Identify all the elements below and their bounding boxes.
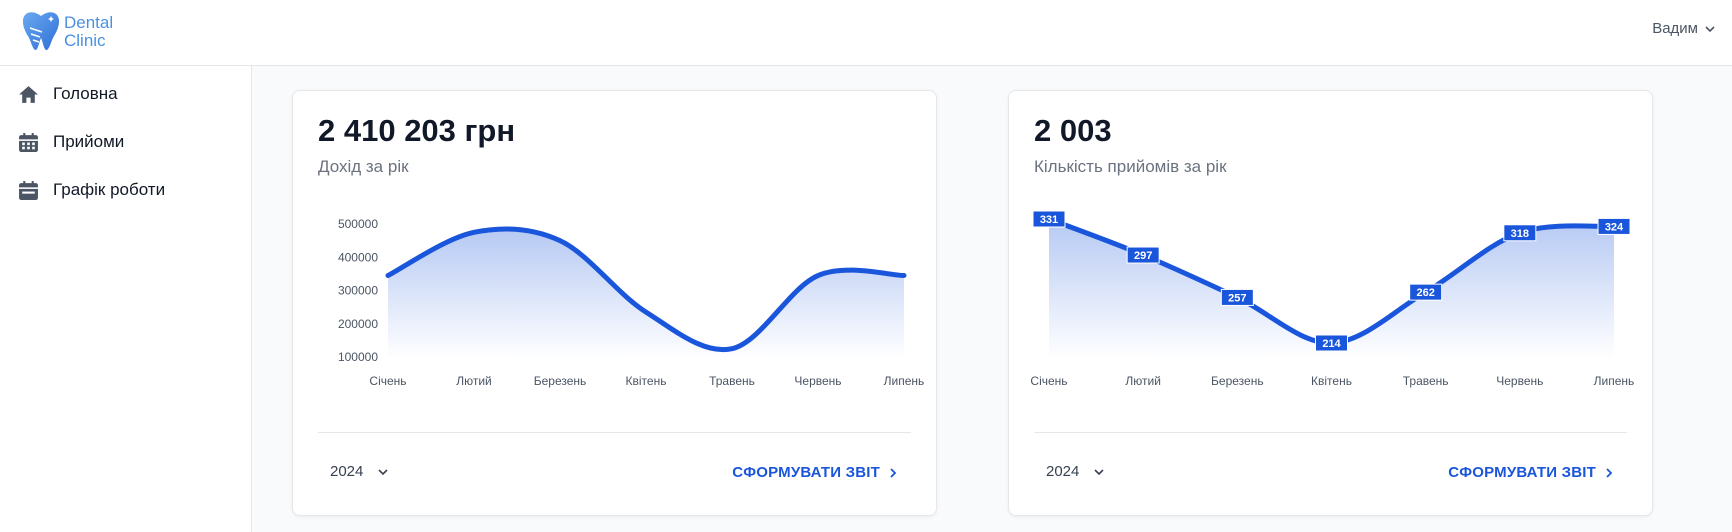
year-value: 2024 [330,463,364,480]
top-bar: Dental Clinic Вадим [0,0,1732,66]
year-select[interactable]: 2024 [330,463,389,480]
data-label-text: 214 [1322,338,1341,350]
x-tick-label: Липень [1594,374,1635,388]
sidebar-item-schedule[interactable]: Графік роботи [0,166,251,214]
y-tick-label: 200000 [338,317,378,331]
x-tick-label: Березень [1211,374,1264,388]
data-label-text: 297 [1134,250,1152,262]
x-tick-label: Січень [1030,374,1067,388]
x-tick-label: Лютий [456,374,492,388]
data-label: 257 [1220,288,1254,306]
calendar-icon [18,180,39,201]
data-label-text: 262 [1416,287,1434,299]
user-name: Вадим [1652,20,1698,37]
divider [1034,432,1627,433]
logo-line-1: Dental [64,13,114,32]
sidebar-item-label: Графік роботи [53,180,166,199]
chevron-right-icon [1606,467,1613,478]
chevron-down-icon [1705,25,1715,32]
x-tick-label: Червень [1496,374,1543,388]
data-label: 318 [1503,224,1537,242]
logo-text: Dental Clinic [64,14,113,50]
data-label-text: 318 [1511,228,1529,240]
logo-line-2: Clinic [64,31,106,50]
data-label: 331 [1032,210,1066,228]
y-tick-label: 100000 [338,350,378,364]
data-label: 297 [1126,246,1160,264]
data-label-text: 324 [1605,221,1624,233]
user-menu[interactable]: Вадим [1652,20,1716,37]
report-button-label: СФОРМУВАТИ ЗВІТ [732,464,880,481]
chevron-right-icon [890,467,897,478]
logo[interactable]: Dental Clinic [20,8,130,54]
divider [318,432,911,433]
revenue-card: 2 410 203 грн Дохід за рік 500000 400000 3… [292,90,937,516]
x-tick-label: Червень [794,374,841,388]
y-tick-label: 500000 [338,217,378,231]
report-button-label: СФОРМУВАТИ ЗВІТ [1448,464,1596,481]
x-tick-label: Квітень [1311,374,1352,388]
sidebar-item-home[interactable]: Головна [0,70,251,118]
data-label: 324 [1597,217,1631,235]
y-tick-label: 400000 [338,250,378,264]
sidebar-item-label: Прийоми [53,132,125,151]
generate-report-button[interactable]: СФОРМУВАТИ ЗВІТ [732,464,898,481]
area-fill [388,228,904,359]
year-select[interactable]: 2024 [1046,463,1105,480]
x-tick-label: Лютий [1125,374,1161,388]
x-tick-label: Квітень [626,374,667,388]
x-tick-label: Березень [534,374,587,388]
data-label-text: 331 [1040,214,1058,226]
data-label-text: 257 [1228,292,1246,304]
y-tick-label: 300000 [338,284,378,298]
x-tick-label: Травень [1403,374,1449,388]
x-tick-label: Травень [709,374,755,388]
data-label: 214 [1315,334,1348,352]
x-tick-label: Липень [884,374,925,388]
sidebar: Головна Прийоми Графік роботи [0,66,252,532]
chevron-down-icon [1094,468,1104,475]
appointments-chart: Січень Лютий Березень Квітень Травень Червень… [1030,210,1635,388]
x-tick-label: Січень [369,374,406,388]
sidebar-item-label: Головна [53,84,118,103]
generate-report-button[interactable]: СФОРМУВАТИ ЗВІТ [1448,464,1614,481]
sidebar-item-appointments[interactable]: Прийоми [0,118,251,166]
tooth-logo-icon [22,12,60,51]
chevron-down-icon [378,468,388,475]
home-icon [18,84,39,105]
appointments-card: 2 003 Кількість прийомів за рік Січень Лю… [1008,90,1653,516]
calendar-grid-icon [18,132,39,153]
revenue-chart: 500000 400000 300000 200000 100000 Січень Люти… [338,217,925,388]
year-value: 2024 [1046,463,1080,480]
data-label: 262 [1409,283,1443,301]
